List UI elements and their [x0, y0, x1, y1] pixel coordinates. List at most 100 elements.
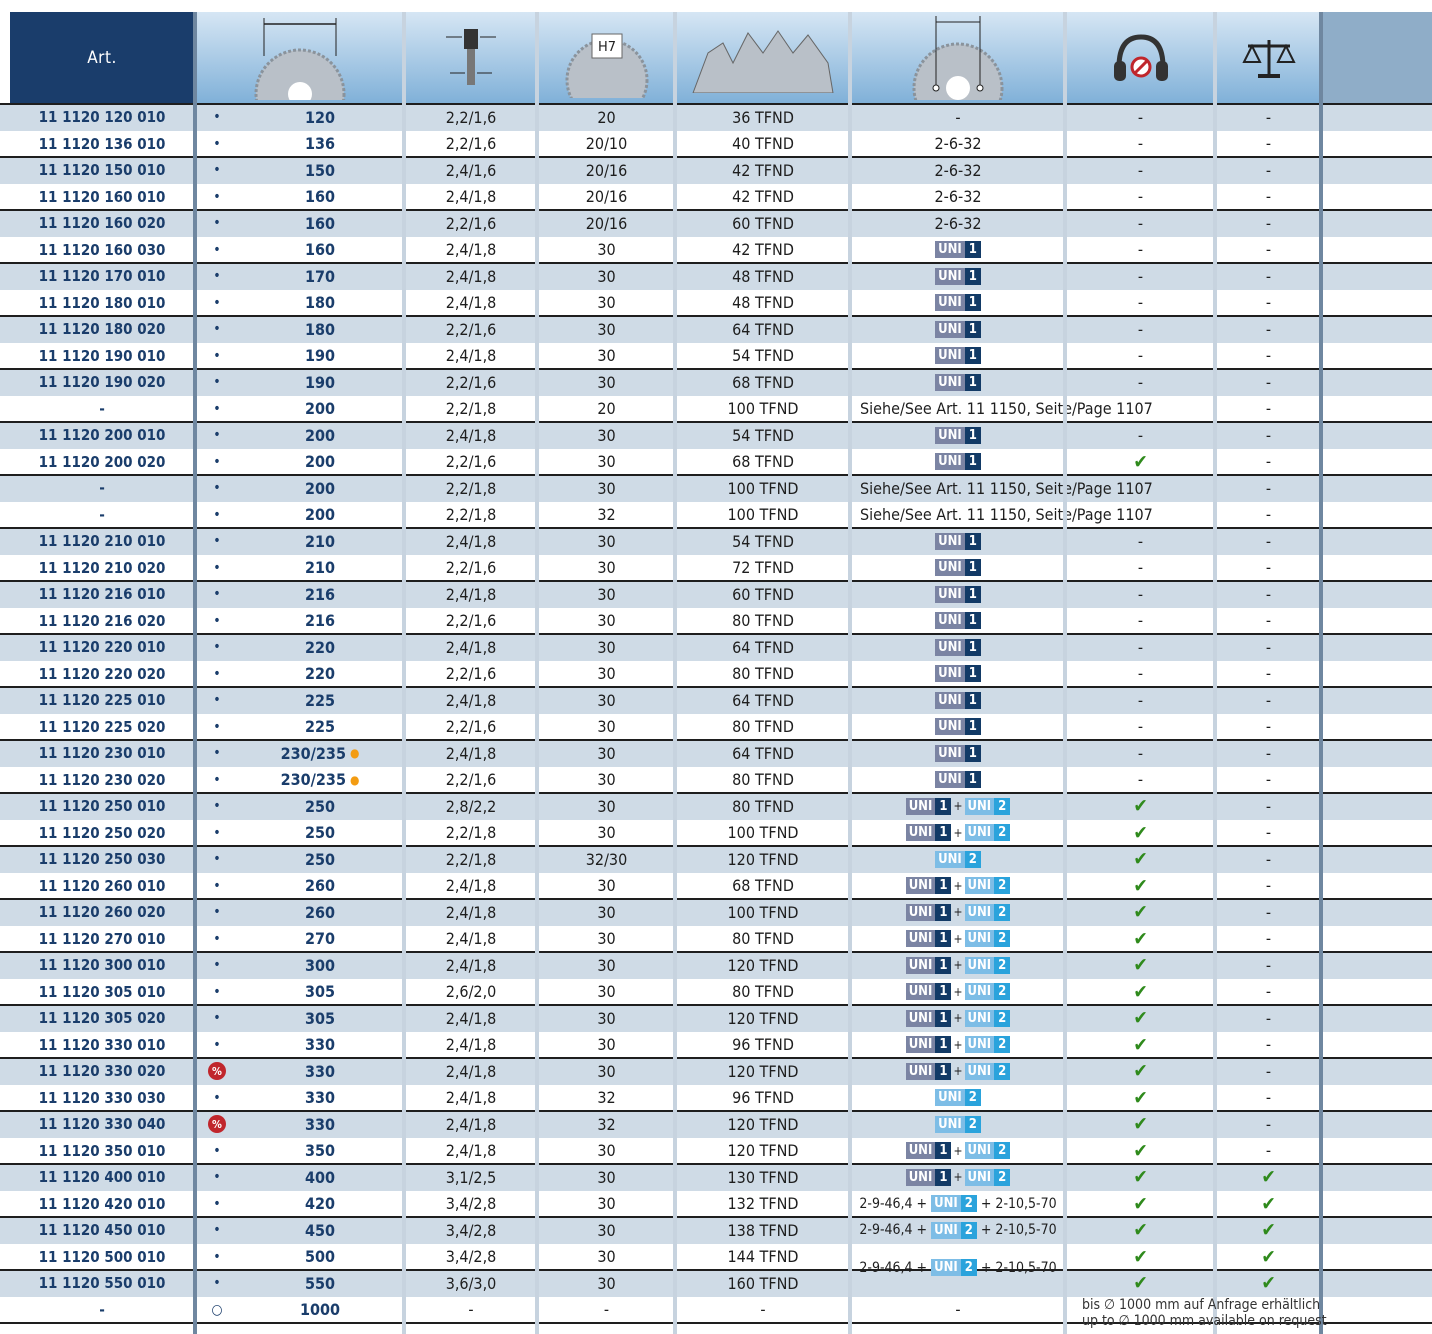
check-icon: ✔ [1261, 1245, 1276, 1268]
cell-dia: 160 [304, 213, 336, 233]
cell-kerf: - [468, 1300, 474, 1320]
cell-dia: 190 [304, 372, 336, 392]
cell-noise: ✔ [1067, 873, 1214, 900]
availability-icon: • [213, 904, 221, 921]
col-separator [193, 12, 197, 1334]
row-divider [0, 580, 1432, 582]
cell-teeth: 138 TFND [727, 1220, 799, 1240]
cell-teeth: 80 TFND [732, 929, 794, 949]
cell-avail: • [197, 1244, 237, 1271]
cell-pin: 2-6-32 [934, 160, 982, 180]
availability-icon: • [213, 771, 221, 788]
check-icon: ✔ [1133, 901, 1148, 924]
cell-art: 11 1120 220 010 [38, 638, 166, 657]
uni2-badge: UNI 2 [964, 903, 1011, 921]
merged-pinhole-cell: 2-9-46,4 + UNI 2 + 2-10,5-70 [852, 1241, 1064, 1294]
check-icon: ✔ [1261, 1166, 1276, 1189]
cell-teeth: 80 TFND [732, 717, 794, 737]
cell-avail: • [197, 899, 237, 926]
cell-art: 11 1120 160 020 [38, 214, 166, 233]
availability-icon: • [213, 877, 221, 894]
check-icon: ✔ [1133, 1007, 1148, 1030]
cell-noise: - [1137, 611, 1144, 631]
cell-noise: - [1137, 160, 1144, 180]
cell-avail: • [197, 740, 237, 767]
header-art-label: Art. [87, 48, 117, 68]
cell-dia: 216 [304, 584, 336, 604]
check-icon: ✔ [1133, 1219, 1148, 1242]
cell-kerf: 2,6/2,0 [445, 982, 497, 1002]
cell-kerf: 2,4/1,8 [445, 902, 497, 922]
cell-pin: 2-6-32 [934, 187, 982, 207]
table-row: 11 1120 210 010 • 210 2,4/1,8 30 54 TFND UNI 1 -… [0, 528, 1432, 555]
cell-kerf: 2,4/1,8 [445, 876, 497, 896]
cell-bore: 30 [597, 478, 616, 498]
availability-icon: • [213, 983, 221, 1000]
cell-avail: • [197, 1005, 237, 1032]
cell-dia: 160 [304, 240, 336, 260]
cell-weight: ✔ [1217, 1244, 1320, 1271]
cell-weight: - [1265, 796, 1272, 816]
cell-art: 11 1120 305 010 [38, 982, 166, 1001]
cell-avail: • [197, 1164, 237, 1191]
cell-art: 11 1120 200 010 [38, 426, 166, 445]
cell-avail: • [197, 952, 237, 979]
availability-icon: • [213, 1169, 221, 1186]
cell-teeth: 80 TFND [732, 664, 794, 684]
plus-sign: + [953, 799, 963, 814]
cell-weight: ✔ [1217, 1270, 1320, 1297]
cell-bore: 30 [597, 293, 616, 313]
cell-avail: • [197, 979, 237, 1006]
table-row: - • 200 2,2/1,8 30 100 TFND Siehe/See Art. 11 … [0, 475, 1432, 502]
table-row: 11 1120 220 010 • 220 2,4/1,8 30 64 TFND UNI 1 -… [0, 634, 1432, 661]
check-icon: ✔ [1133, 1086, 1148, 1109]
cell-weight: - [1265, 849, 1272, 869]
cell-pin: 2-6-32 [934, 213, 982, 233]
pin-left: 2-9-46,4 + [859, 1195, 932, 1212]
pinhole-icon [912, 16, 1004, 100]
cell-teeth: 48 TFND [732, 293, 794, 313]
cell-pin: UNI 1 + UNI 2 [852, 1005, 1064, 1032]
cell-art: 11 1120 250 020 [38, 823, 166, 842]
cell-teeth: 96 TFND [732, 1088, 794, 1108]
cell-dia: 330 [304, 1088, 336, 1108]
noise-reduction-icon [1113, 34, 1168, 81]
cell-bore: 30 [597, 584, 616, 604]
cell-weight: - [1265, 107, 1272, 127]
availability-icon: • [213, 135, 221, 152]
cell-kerf: 2,2/1,6 [445, 372, 497, 392]
cell-noise: - [1137, 664, 1144, 684]
check-icon: ✔ [1261, 1219, 1276, 1242]
plus-sign: + [953, 984, 963, 999]
cell-weight: - [1265, 902, 1272, 922]
uni2-badge: UNI 2 [964, 1036, 1011, 1054]
cell-weight: - [1265, 372, 1272, 392]
cell-weight: - [1265, 1114, 1272, 1134]
uni1-badge: UNI 1 [905, 1036, 952, 1054]
cell-dia: 225 [304, 690, 336, 710]
cell-dia: 220 [304, 664, 336, 684]
cell-kerf: 2,4/1,8 [445, 1008, 497, 1028]
cell-weight: - [1265, 637, 1272, 657]
table-row: 11 1120 120 010 • 120 2,2/1,6 20 36 TFND - - - [0, 104, 1432, 131]
pin-left: 2-9-46,4 + [859, 1222, 932, 1239]
cell-noise: ✔ [1067, 899, 1214, 926]
uni2-badge: UNI 2 [964, 1062, 1011, 1080]
cell-art: 11 1120 160 010 [38, 187, 166, 206]
availability-icon: • [213, 453, 221, 470]
cell-teeth: 64 TFND [732, 690, 794, 710]
cell-kerf: 2,4/1,8 [445, 1061, 497, 1081]
header-bore: H7 [539, 12, 674, 104]
check-icon: ✔ [1261, 1272, 1276, 1295]
cell-dia: 210 [304, 558, 336, 578]
cell-kerf: 3,4/2,8 [445, 1247, 497, 1267]
availability-icon: • [213, 798, 221, 815]
availability-icon: • [213, 480, 221, 497]
uni1-badge: UNI 1 [905, 930, 952, 948]
cell-weight: ✔ [1217, 1191, 1320, 1218]
cell-avail: % [197, 1111, 237, 1138]
cell-kerf: 2,4/1,8 [445, 690, 497, 710]
cell-pin: UNI 1 [852, 449, 1064, 476]
table-row: 11 1120 350 010 • 350 2,4/1,8 30 120 TFND UNI 1… [0, 1137, 1432, 1164]
cell-weight: - [1265, 531, 1272, 551]
